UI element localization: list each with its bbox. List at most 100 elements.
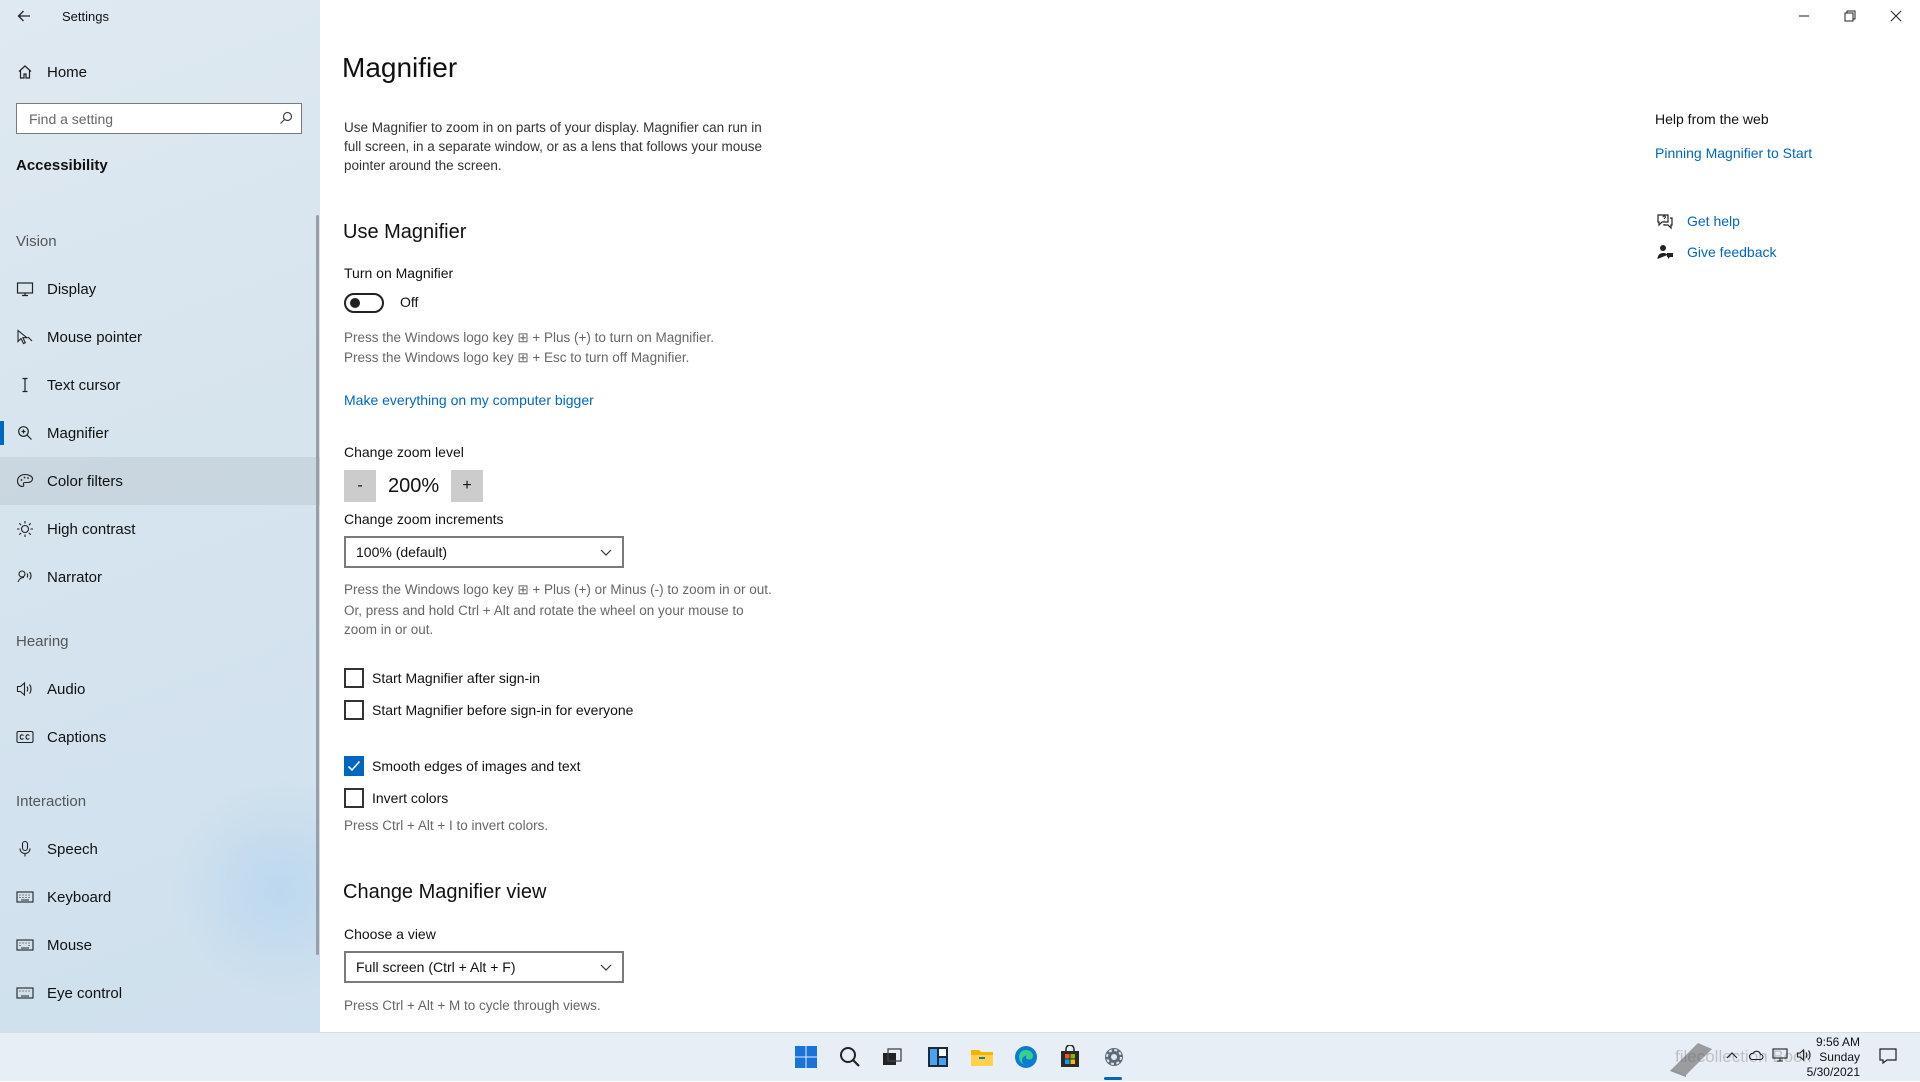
checkbox-start-after-signin[interactable]: Start Magnifier after sign-in (344, 667, 540, 689)
clock-time: 9:56 AM (1815, 1035, 1860, 1049)
task-view-icon[interactable] (876, 1041, 908, 1073)
search-box[interactable] (16, 103, 302, 134)
store-icon[interactable] (1054, 1041, 1086, 1073)
sidebar-item-label: Display (47, 280, 97, 298)
chat-help-icon (1655, 212, 1675, 230)
notification-icon[interactable] (1878, 1047, 1898, 1070)
sidebar-item-text-cursor[interactable]: Text cursor (0, 361, 320, 409)
checkbox-box[interactable] (344, 668, 364, 688)
section-interaction: Interaction (16, 793, 87, 810)
checkbox-box[interactable] (344, 788, 364, 808)
checkmark-icon (347, 760, 361, 772)
turn-on-magnifier-label: Turn on Magnifier (344, 265, 454, 281)
sidebar-item-eye-control[interactable]: Eye control (0, 969, 320, 1017)
checkbox-label: Start Magnifier after sign-in (372, 670, 541, 686)
mouse-icon (14, 934, 36, 956)
choose-view-label: Choose a view (344, 926, 436, 942)
sidebar-item-magnifier[interactable]: Magnifier (0, 409, 320, 457)
sidebar-item-label: Speech (47, 840, 98, 858)
sidebar-item-label: Captions (47, 728, 107, 746)
sun-icon (14, 518, 36, 540)
file-explorer-icon[interactable] (966, 1041, 998, 1073)
help-heading: Help from the web (1655, 111, 1769, 127)
choose-view-dropdown[interactable]: Full screen (Ctrl + Alt + F) (344, 951, 624, 983)
sidebar-item-label: Color filters (47, 472, 123, 490)
search-input[interactable] (27, 109, 271, 128)
toggle-knob (350, 298, 360, 308)
widgets-icon[interactable] (922, 1041, 954, 1073)
narrator-icon (14, 566, 36, 588)
sidebar-item-narrator[interactable]: Narrator (0, 553, 320, 601)
checkbox-box[interactable] (344, 700, 364, 720)
turn-off-hint: Press the Windows logo key ⊞ + Esc to tu… (344, 350, 690, 365)
give-feedback-row[interactable]: Give feedback (1655, 241, 1777, 263)
checkbox-invert-colors[interactable]: Invert colors (344, 787, 448, 809)
sidebar-item-mouse[interactable]: Mouse (0, 921, 320, 969)
sidebar-item-label: Magnifier (47, 424, 109, 442)
taskbar: filecollection Book 9:56 AM Sunday 5/30/… (0, 1032, 1920, 1081)
home-icon (14, 61, 36, 83)
sidebar-item-keyboard[interactable]: Keyboard (0, 873, 320, 921)
zoom-hint-line-2: Or, press and hold Ctrl + Alt and rotate… (344, 603, 744, 618)
sidebar-item-audio[interactable]: Audio (0, 665, 320, 713)
pinning-magnifier-link[interactable]: Pinning Magnifier to Start (1655, 145, 1812, 161)
sidebar-item-high-contrast[interactable]: High contrast (0, 505, 320, 553)
make-bigger-link[interactable]: Make everything on my computer bigger (344, 392, 594, 408)
text-cursor-icon (14, 374, 36, 396)
sidebar-item-label: Text cursor (47, 376, 121, 394)
invert-hint: Press Ctrl + Alt + I to invert colors. (344, 818, 549, 833)
checkbox-label: Invert colors (372, 790, 449, 806)
sidebar-item-label: Eye control (47, 984, 123, 1002)
speaker-icon (14, 678, 36, 700)
checkbox-box[interactable] (344, 756, 364, 776)
settings-icon[interactable] (1098, 1041, 1130, 1073)
checkbox-label: Start Magnifier before sign-in for every… (372, 702, 634, 718)
get-help-link[interactable]: Get help (1687, 213, 1740, 229)
windows-start-icon[interactable] (790, 1041, 822, 1073)
zoom-increments-dropdown[interactable]: 100% (default) (344, 536, 624, 568)
clock-date: 5/30/2021 (1806, 1065, 1860, 1079)
description-line-3: pointer around the screen. (344, 158, 502, 173)
zoom-hint-line-3: zoom in or out. (344, 622, 434, 637)
clock[interactable]: 9:56 AM Sunday 5/30/2021 (1780, 1035, 1860, 1080)
zoom-level-value: 200% (388, 475, 440, 497)
back-button[interactable] (10, 4, 38, 28)
cloud-icon[interactable] (1748, 1048, 1764, 1066)
sidebar-item-color-filters[interactable]: Color filters (0, 457, 320, 505)
sidebar-item-label: Audio (47, 680, 86, 698)
zoom-hint-line-1: Press the Windows logo key ⊞ + Plus (+) … (344, 582, 772, 597)
magnifier-toggle[interactable] (344, 293, 384, 313)
get-help-row[interactable]: Get help (1655, 210, 1740, 232)
checkbox-start-before-signin[interactable]: Start Magnifier before sign-in for every… (344, 699, 633, 721)
sidebar-item-mouse-pointer[interactable]: Mouse pointer (0, 313, 320, 361)
sidebar-item-home[interactable]: Home (0, 48, 320, 96)
view-hint: Press Ctrl + Alt + M to cycle through vi… (344, 998, 601, 1013)
feedback-person-icon (1655, 243, 1675, 261)
chevron-down-icon (600, 549, 612, 556)
clock-day: Sunday (1819, 1050, 1860, 1064)
sidebar-item-speech[interactable]: Speech (0, 825, 320, 873)
turn-on-hint: Press the Windows logo key ⊞ + Plus (+) … (344, 330, 714, 345)
checkbox-smooth-edges[interactable]: Smooth edges of images and text (344, 755, 581, 777)
sidebar-item-captions[interactable]: Captions (0, 713, 320, 761)
edge-icon[interactable] (1010, 1041, 1042, 1073)
sidebar-item-label: Narrator (47, 568, 103, 586)
chevron-down-icon (600, 964, 612, 971)
zoom-out-button[interactable]: - (344, 470, 376, 502)
back-arrow-icon (17, 10, 30, 22)
search-icon (280, 111, 293, 124)
checkbox-label: Smooth edges of images and text (372, 758, 581, 774)
zoom-increments-label: Change zoom increments (344, 511, 504, 527)
zoom-in-button[interactable]: + (451, 470, 483, 502)
give-feedback-link[interactable]: Give feedback (1687, 244, 1777, 260)
chevron-up-icon[interactable] (1726, 1048, 1738, 1066)
section-hearing: Hearing (16, 633, 69, 650)
toggle-state-text: Off (400, 294, 419, 310)
magnifier-icon (14, 422, 36, 444)
sidebar-item-display[interactable]: Display (0, 265, 320, 313)
sidebar-item-label: Keyboard (47, 888, 112, 906)
sidebar-scrollbar[interactable] (316, 215, 319, 955)
search-icon[interactable] (834, 1041, 866, 1073)
use-magnifier-heading: Use Magnifier (343, 221, 467, 243)
eye-control-icon (14, 982, 36, 1004)
